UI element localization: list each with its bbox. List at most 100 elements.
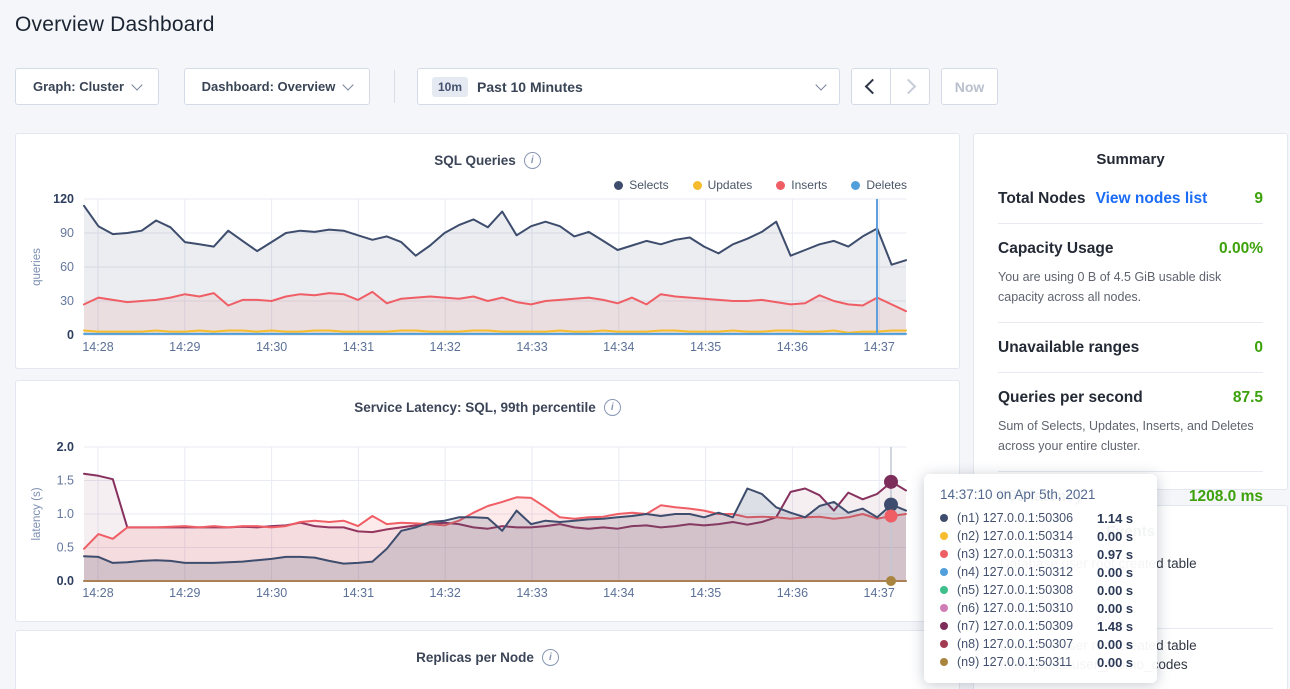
svg-text:14:31: 14:31 [343,340,374,354]
replicas-panel: Replicas per Node i [15,630,960,689]
time-prev-button[interactable] [851,68,891,105]
tooltip-node-row: (n9) 127.0.0.1:503110.00 s [940,653,1141,671]
summary-row-label: Total Nodes [998,190,1086,208]
svg-text:1.5: 1.5 [57,474,74,488]
legend-dot-icon [776,181,785,190]
svg-text:14:33: 14:33 [516,340,547,354]
now-button-label: Now [955,79,985,95]
time-range-badge: 10m [432,77,468,97]
tooltip-node-name: (n4) 127.0.0.1:50312 [957,565,1097,579]
sql-queries-chart[interactable]: 14:2814:2914:3014:3114:3214:3314:3414:35… [16,134,959,368]
tooltip-node-row: (n1) 127.0.0.1:503061.14 s [940,509,1141,527]
chevron-down-icon [815,79,826,90]
summary-row-value: 0.00% [1219,240,1263,258]
page-title: Overview Dashboard [15,13,215,37]
legend-label: Selects [629,178,668,192]
summary-row-value: 9 [1254,190,1263,208]
tooltip-node-value: 1.14 s [1097,511,1133,526]
svg-text:14:30: 14:30 [256,340,287,354]
tooltip-timestamp: 14:37:10 on Apr 5th, 2021 [940,487,1141,502]
time-next-button[interactable] [890,68,930,105]
svg-text:14:28: 14:28 [82,586,113,600]
graph-selector-label: Graph: Cluster [33,79,124,94]
svg-text:1.0: 1.0 [57,507,74,521]
service-latency-chart[interactable]: 14:2814:2914:3014:3114:3214:3314:3414:35… [16,381,959,621]
legend-dot-icon [693,181,702,190]
info-icon[interactable]: i [542,649,559,666]
legend-dot-icon [614,181,623,190]
svg-text:queries: queries [31,248,43,286]
summary-row-label: Capacity Usage [998,240,1113,258]
dashboard-selector-dropdown[interactable]: Dashboard: Overview [184,68,370,105]
svg-text:14:37: 14:37 [864,586,895,600]
svg-text:14:31: 14:31 [343,586,374,600]
legend-label: Deletes [866,178,907,192]
replicas-title-text: Replicas per Node [416,650,534,665]
summary-row-label: Queries per second [998,389,1143,407]
summary-row-value: 87.5 [1233,389,1263,407]
tooltip-node-value: 0.00 s [1097,583,1133,598]
tooltip-node-row: (n7) 127.0.0.1:503091.48 s [940,617,1141,635]
legend-item-deletes[interactable]: Deletes [851,178,907,192]
time-range-label: Past 10 Minutes [477,79,583,95]
tooltip-node-row: (n2) 127.0.0.1:503140.00 s [940,527,1141,545]
tooltip-node-value: 0.00 s [1097,637,1133,652]
tooltip-node-value: 1.48 s [1097,619,1133,634]
svg-text:14:35: 14:35 [690,340,721,354]
node-color-dot-icon [940,532,948,540]
svg-text:90: 90 [60,226,74,240]
summary-row: Capacity Usage 0.00% You are using 0 B of … [998,224,1263,323]
svg-text:14:29: 14:29 [169,340,200,354]
legend-item-selects[interactable]: Selects [614,178,668,192]
svg-text:14:36: 14:36 [777,340,808,354]
tooltip-node-name: (n2) 127.0.0.1:50314 [957,529,1097,543]
tooltip-node-name: (n5) 127.0.0.1:50308 [957,583,1097,597]
tooltip-node-name: (n6) 127.0.0.1:50310 [957,601,1097,615]
chart-hover-tooltip: 14:37:10 on Apr 5th, 2021 (n1) 127.0.0.1… [924,474,1157,683]
legend-label: Inserts [791,178,827,192]
tooltip-node-name: (n8) 127.0.0.1:50307 [957,637,1097,651]
svg-text:14:35: 14:35 [690,586,721,600]
summary-row: Queries per second 87.5 Sum of Selects, Up… [998,373,1263,472]
svg-text:60: 60 [60,260,74,274]
chevron-down-icon [343,79,354,90]
summary-title: Summary [974,134,1287,168]
svg-text:latency (s): latency (s) [31,487,43,540]
node-color-dot-icon [940,640,948,648]
tooltip-node-row: (n3) 127.0.0.1:503130.97 s [940,545,1141,563]
node-color-dot-icon [940,514,948,522]
time-range-dropdown[interactable]: 10m Past 10 Minutes [417,68,840,105]
tooltip-node-value: 0.00 s [1097,529,1133,544]
chevron-right-icon [901,79,917,95]
legend-item-inserts[interactable]: Inserts [776,178,827,192]
tooltip-node-row: (n5) 127.0.0.1:503080.00 s [940,581,1141,599]
sql-queries-legend: Selects Updates Inserts Deletes [614,178,907,192]
service-latency-title-text: Service Latency: SQL, 99th percentile [354,400,596,415]
tooltip-node-value: 0.00 s [1097,655,1133,670]
info-icon[interactable]: i [604,399,621,416]
svg-text:2.0: 2.0 [57,440,74,454]
view-nodes-list-link[interactable]: View nodes list [1096,190,1208,208]
node-color-dot-icon [940,604,948,612]
summary-row-description: You are using 0 B of 4.5 GiB usable disk… [998,267,1263,307]
svg-text:120: 120 [53,192,74,206]
tooltip-node-row: (n8) 127.0.0.1:503070.00 s [940,635,1141,653]
summary-row-description: Sum of Selects, Updates, Inserts, and De… [998,416,1263,456]
legend-item-updates[interactable]: Updates [693,178,753,192]
svg-text:14:28: 14:28 [82,340,113,354]
node-color-dot-icon [940,658,948,666]
sql-queries-title-text: SQL Queries [434,153,516,168]
time-now-button[interactable]: Now [941,68,998,105]
svg-text:14:32: 14:32 [430,586,461,600]
info-icon[interactable]: i [524,152,541,169]
sql-queries-panel: SQL Queries i Selects Updates Inserts Delet… [15,133,960,369]
summary-row-value: 1208.0 ms [1189,488,1263,506]
svg-text:30: 30 [60,294,74,308]
chevron-down-icon [131,79,142,90]
overview-dashboard-page: Overview Dashboard Graph: Cluster Dashbo… [0,0,1290,689]
graph-selector-dropdown[interactable]: Graph: Cluster [15,68,159,105]
node-color-dot-icon [940,586,948,594]
controls-divider [394,70,395,103]
node-color-dot-icon [940,550,948,558]
node-color-dot-icon [940,568,948,576]
